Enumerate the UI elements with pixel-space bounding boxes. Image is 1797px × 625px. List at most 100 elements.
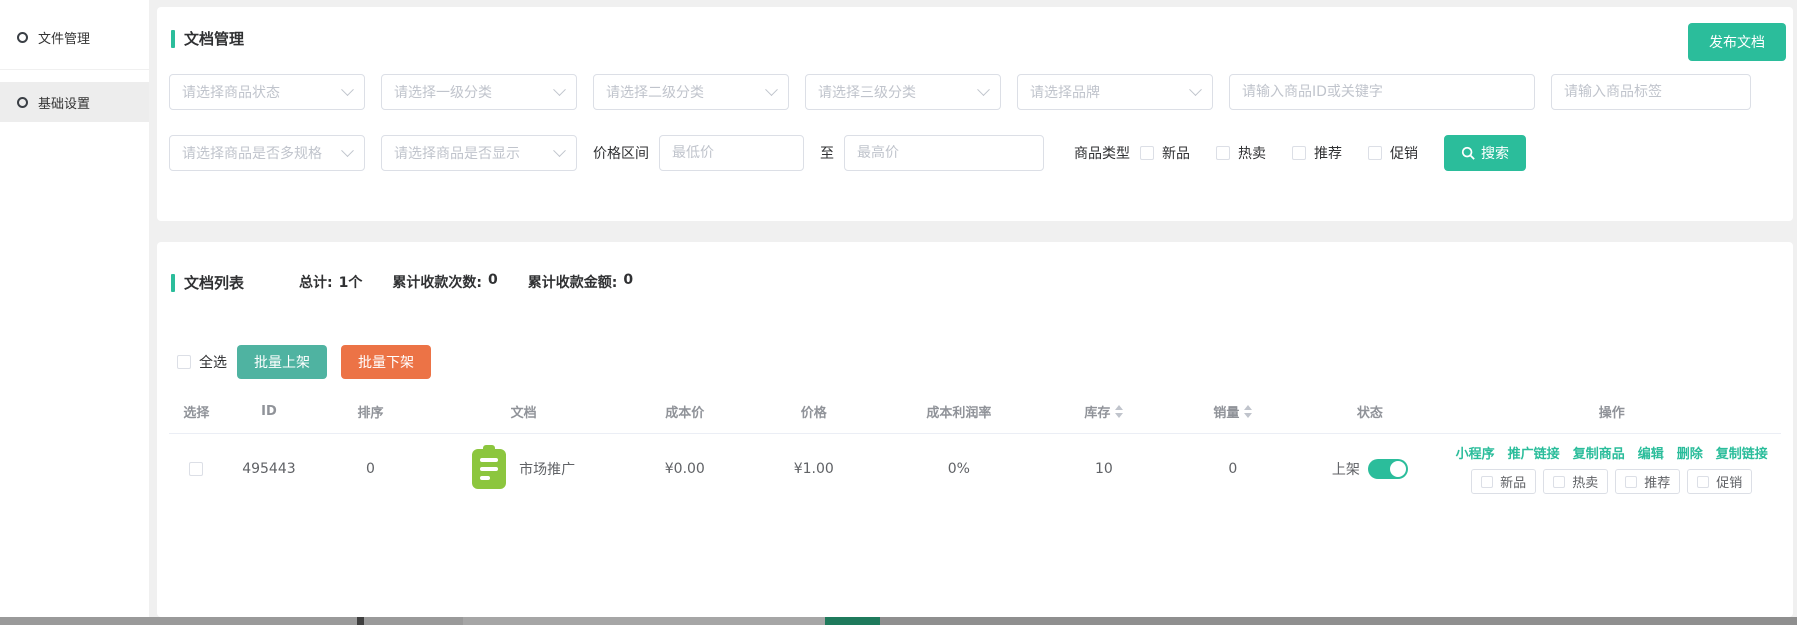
row-tag-recommend[interactable]: 推荐 bbox=[1615, 469, 1680, 494]
delete-link[interactable]: 删除 bbox=[1677, 443, 1703, 462]
category-level1-select[interactable]: 请选择一级分类 bbox=[381, 74, 577, 110]
scrollbar-segment bbox=[880, 617, 1797, 625]
scrollbar-segment bbox=[357, 617, 364, 625]
type-checkbox-new[interactable]: 新品 bbox=[1140, 143, 1190, 163]
document-name: 市场推广 bbox=[519, 459, 575, 479]
min-price-input[interactable] bbox=[659, 135, 804, 171]
checkbox-icon[interactable] bbox=[1481, 476, 1493, 488]
row-tag-new[interactable]: 新品 bbox=[1471, 469, 1536, 494]
row-status-cell: 上架 bbox=[1297, 459, 1442, 479]
column-header-price: 价格 bbox=[749, 402, 878, 421]
multi-spec-select[interactable]: 请选择商品是否多规格 bbox=[169, 135, 365, 171]
checkbox-icon[interactable] bbox=[177, 355, 191, 369]
table-row: 495443 0 市场推广 ¥0.00 ¥1.00 0% 10 0 上架 小程序… bbox=[169, 433, 1781, 503]
circle-icon bbox=[17, 97, 28, 108]
row-tag-hot[interactable]: 热卖 bbox=[1543, 469, 1608, 494]
copy-url-link[interactable]: 复制链接 bbox=[1716, 443, 1768, 462]
checkbox-icon[interactable] bbox=[1625, 476, 1637, 488]
brand-select[interactable]: 请选择品牌 bbox=[1017, 74, 1213, 110]
chevron-down-icon bbox=[341, 83, 354, 96]
row-doc-cell: 市场推广 bbox=[427, 449, 620, 489]
row-tag-promo[interactable]: 促销 bbox=[1687, 469, 1752, 494]
stat-total: 总计: 1个 bbox=[299, 272, 362, 292]
chevron-down-icon bbox=[977, 83, 990, 96]
promo-link-link[interactable]: 推广链接 bbox=[1508, 443, 1560, 462]
row-sort-cell: 0 bbox=[314, 461, 427, 477]
select-all-checkbox[interactable]: 全选 bbox=[177, 352, 227, 372]
checkbox-label: 推荐 bbox=[1314, 143, 1342, 163]
sidebar-item-basic-settings[interactable]: 基础设置 bbox=[0, 82, 149, 122]
publish-document-button[interactable]: 发布文档 bbox=[1688, 23, 1786, 61]
checkbox-label: 促销 bbox=[1390, 143, 1418, 163]
sort-caret-icon[interactable] bbox=[1115, 405, 1123, 418]
list-stats: 总计: 1个 累计收款次数: 0 累计收款金额: 0 bbox=[299, 272, 633, 293]
type-checkbox-promo[interactable]: 促销 bbox=[1368, 143, 1418, 163]
product-visible-select[interactable]: 请选择商品是否显示 bbox=[381, 135, 577, 171]
stat-value: 0 bbox=[623, 272, 633, 292]
row-price-cell: ¥1.00 bbox=[749, 461, 878, 477]
copy-product-link[interactable]: 复制商品 bbox=[1573, 443, 1625, 462]
row-select-cell bbox=[169, 462, 224, 476]
stat-label: 累计收款次数: bbox=[392, 272, 482, 292]
batch-actions-row: 全选 批量上架 批量下架 bbox=[177, 345, 1793, 379]
checkbox-icon[interactable] bbox=[1292, 146, 1306, 160]
checkbox-label: 热卖 bbox=[1238, 143, 1266, 163]
max-price-input[interactable] bbox=[844, 135, 1044, 171]
type-checkbox-hot[interactable]: 热卖 bbox=[1216, 143, 1266, 163]
batch-off-shelf-button[interactable]: 批量下架 bbox=[341, 345, 431, 379]
column-header-cost-price: 成本价 bbox=[620, 402, 749, 421]
product-type-label: 商品类型 bbox=[1074, 143, 1130, 163]
list-title-row: 文档列表 bbox=[157, 242, 244, 293]
checkbox-icon[interactable] bbox=[1697, 476, 1709, 488]
stat-label: 总计: bbox=[299, 272, 333, 292]
select-placeholder: 请选择三级分类 bbox=[818, 82, 916, 102]
product-status-select[interactable]: 请选择商品状态 bbox=[169, 74, 365, 110]
column-header-stock: 库存 bbox=[1039, 402, 1168, 421]
select-placeholder: 请选择二级分类 bbox=[606, 82, 704, 102]
checkbox-label: 新品 bbox=[1162, 143, 1190, 163]
chevron-down-icon bbox=[341, 144, 354, 157]
checkbox-icon[interactable] bbox=[1553, 476, 1565, 488]
price-range-label: 价格区间 bbox=[593, 143, 649, 163]
column-header-id: ID bbox=[224, 404, 314, 419]
row-margin-cell: 0% bbox=[878, 461, 1039, 477]
tag-label: 推荐 bbox=[1644, 472, 1670, 491]
select-placeholder: 请选择商品状态 bbox=[182, 82, 280, 102]
stat-payment-amount: 累计收款金额: 0 bbox=[528, 272, 633, 292]
product-tag-input[interactable] bbox=[1551, 74, 1751, 110]
chevron-down-icon bbox=[553, 144, 566, 157]
batch-on-shelf-button[interactable]: 批量上架 bbox=[237, 345, 327, 379]
sort-caret-icon[interactable] bbox=[1244, 405, 1252, 418]
row-cost-price-cell: ¥0.00 bbox=[620, 461, 749, 477]
checkbox-icon[interactable] bbox=[1140, 146, 1154, 160]
checkbox-icon[interactable] bbox=[1216, 146, 1230, 160]
category-level2-select[interactable]: 请选择二级分类 bbox=[593, 74, 789, 110]
column-header-doc: 文档 bbox=[427, 402, 620, 421]
stat-label: 累计收款金额: bbox=[528, 272, 618, 292]
checkbox-icon[interactable] bbox=[1368, 146, 1382, 160]
on-shelf-toggle[interactable] bbox=[1368, 459, 1408, 479]
sidebar-item-file-management[interactable]: 文件管理 bbox=[0, 17, 149, 57]
sidebar-item-label: 基础设置 bbox=[38, 93, 90, 112]
search-button[interactable]: 搜索 bbox=[1444, 135, 1526, 171]
page-title: 文档管理 bbox=[184, 28, 244, 49]
row-checkbox[interactable] bbox=[189, 462, 203, 476]
edit-link[interactable]: 编辑 bbox=[1638, 443, 1664, 462]
category-level3-select[interactable]: 请选择三级分类 bbox=[805, 74, 1001, 110]
panel-title-row: 文档管理 bbox=[157, 7, 1793, 49]
column-header-status: 状态 bbox=[1297, 402, 1442, 421]
document-list-icon bbox=[472, 449, 506, 489]
horizontal-scrollbar[interactable] bbox=[0, 617, 1797, 625]
list-header-row: 文档列表 总计: 1个 累计收款次数: 0 累计收款金额: 0 bbox=[157, 242, 1793, 293]
tag-label: 促销 bbox=[1716, 472, 1742, 491]
stat-value: 0 bbox=[488, 272, 498, 292]
product-id-keyword-input[interactable] bbox=[1229, 74, 1535, 110]
mini-program-link[interactable]: 小程序 bbox=[1456, 443, 1495, 462]
accent-bar bbox=[171, 274, 175, 292]
divider bbox=[0, 69, 149, 70]
select-all-label: 全选 bbox=[199, 352, 227, 372]
document-list-panel: 文档列表 总计: 1个 累计收款次数: 0 累计收款金额: 0 全选 批量上架 … bbox=[157, 242, 1793, 617]
type-checkbox-recommend[interactable]: 推荐 bbox=[1292, 143, 1342, 163]
circle-icon bbox=[17, 32, 28, 43]
action-links: 小程序 推广链接 复制商品 编辑 删除 复制链接 bbox=[1456, 443, 1768, 462]
